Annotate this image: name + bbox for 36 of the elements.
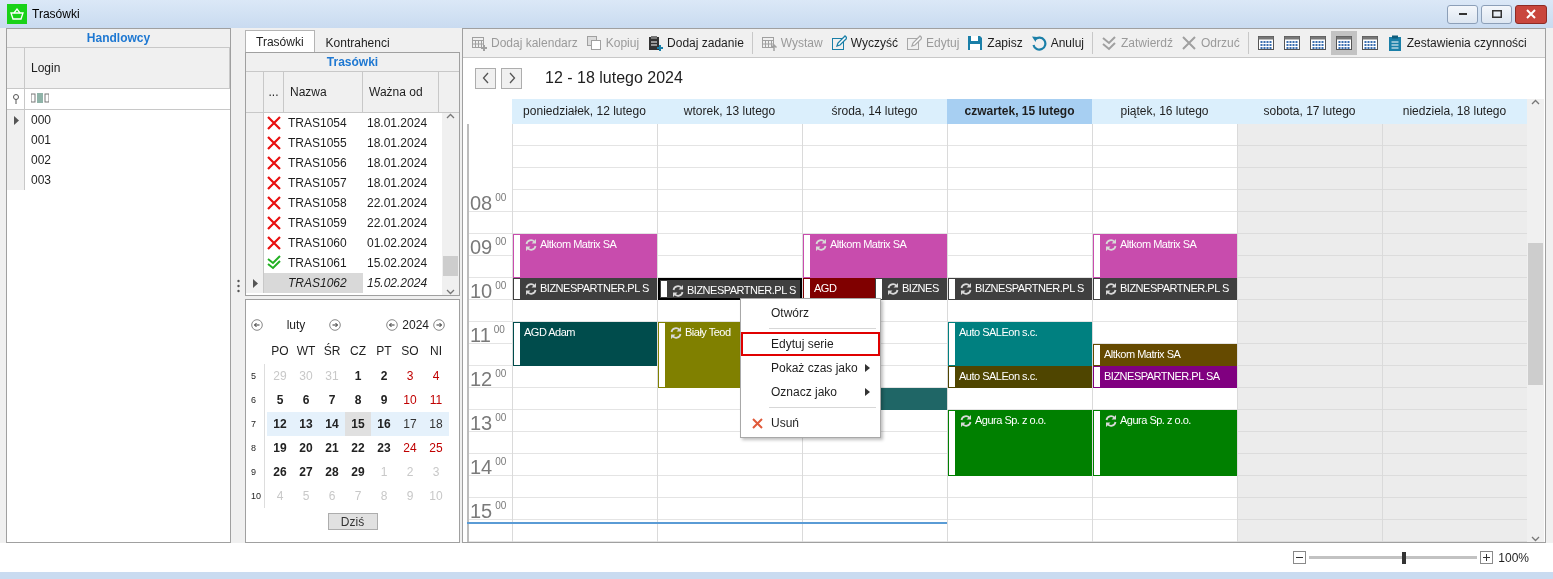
hour-label: 11: [470, 324, 491, 346]
minute-label: 00: [495, 192, 507, 204]
weekday-label: SO: [400, 344, 420, 358]
minute-label: 00: [493, 324, 505, 336]
minute-label: 00: [495, 280, 507, 292]
minute-label: 00: [495, 412, 507, 424]
zoom-level: 100%: [1498, 550, 1529, 565]
weekday-label: PT: [375, 344, 393, 358]
week-number: 8: [251, 436, 265, 460]
minute-label: 00: [495, 456, 507, 468]
weekday-label: NI: [429, 344, 443, 358]
minute-label: 00: [495, 368, 507, 380]
grid-title: Handlowcy: [7, 29, 230, 48]
minute-label: 00: [495, 236, 507, 248]
hour-label: 12: [470, 368, 493, 390]
grid-title: Trasówki: [246, 53, 459, 72]
week-number: 6: [251, 388, 265, 412]
hour-label: 13: [470, 412, 493, 434]
week-number: 7: [251, 412, 265, 436]
minute-label: 00: [495, 500, 507, 512]
weekday-label: WT: [295, 344, 317, 358]
date-range: 12 - 18 lutego 2024: [545, 69, 683, 87]
window-title: Trasówki: [32, 7, 80, 21]
hour-label: 15: [470, 500, 493, 522]
weekday-label: PO: [270, 344, 290, 358]
year-label: 2024: [402, 318, 429, 332]
weekday-label: CZ: [349, 344, 367, 358]
hour-label: 08: [470, 192, 493, 214]
hour-label: 14: [470, 456, 493, 478]
week-number: 5: [251, 364, 265, 388]
week-number: 10: [251, 484, 265, 508]
week-number: 9: [251, 460, 265, 484]
weekday-label: ŚR: [322, 344, 342, 358]
hour-label: 10: [470, 280, 493, 302]
hour-label: 09: [470, 236, 493, 258]
month-label: luty: [285, 318, 307, 332]
